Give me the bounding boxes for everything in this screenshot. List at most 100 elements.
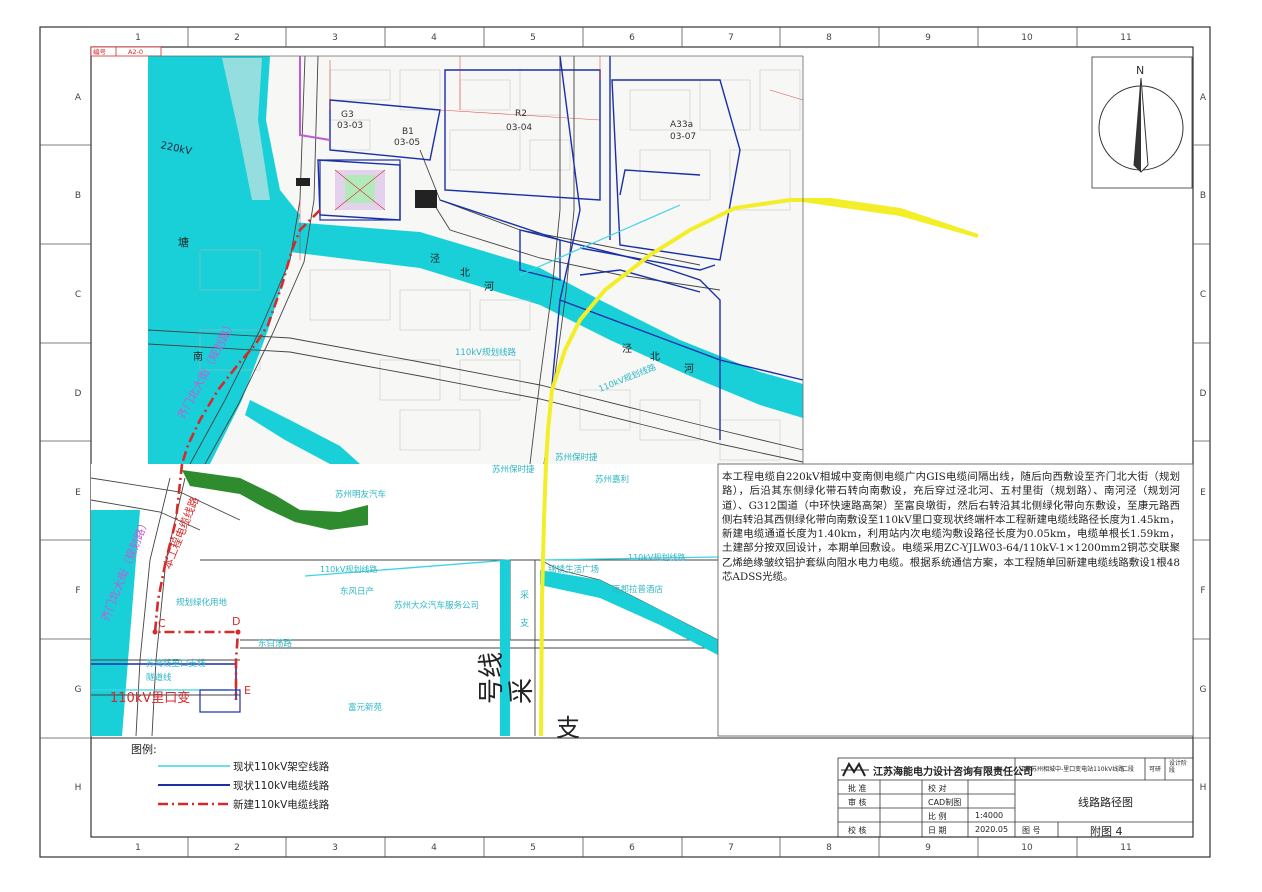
place-tang: 塘 bbox=[178, 235, 189, 249]
row-letter: F bbox=[1200, 586, 1205, 596]
north-compass: N bbox=[1091, 56, 1193, 189]
col-num: 7 bbox=[728, 843, 734, 853]
row-letters-left: A B C D E F G H bbox=[75, 93, 82, 793]
company-logo-icon bbox=[841, 761, 869, 777]
tb-key: CAD制图 bbox=[928, 798, 962, 807]
col-num: 2 bbox=[234, 843, 240, 853]
river-label-char: 北 bbox=[460, 267, 470, 279]
river-label-char: 河 bbox=[484, 281, 494, 293]
drawing-no-label: 图 号 bbox=[1022, 826, 1041, 835]
company-label: 百邦拉普酒店 bbox=[612, 584, 664, 595]
company-label: 苏州明友汽车 bbox=[335, 489, 386, 500]
cable-label: 隧道线 bbox=[146, 672, 172, 683]
company-label: 苏州嘉利 bbox=[595, 474, 629, 485]
col-num: 10 bbox=[1021, 33, 1033, 43]
company-name: 江苏海能电力设计咨询有限责任公司 bbox=[873, 767, 1033, 778]
row-letter: A bbox=[75, 93, 82, 103]
project-description: 本工程电缆自220kV相城中变南侧电缆广内GIS电缆间隔出线，随后向西敷设至齐门… bbox=[722, 471, 1180, 584]
row-letters-right: A B C D E F G H bbox=[1200, 93, 1207, 793]
tb-key: 批 准 bbox=[848, 784, 867, 793]
road-big-label: 号线 bbox=[477, 652, 507, 704]
row-letter: B bbox=[1200, 191, 1206, 201]
row-letter: F bbox=[75, 586, 80, 596]
drawing-title: 线路路径图 bbox=[1078, 796, 1133, 809]
row-letter: H bbox=[75, 783, 82, 793]
company-label: 锦锈生活广场 bbox=[548, 564, 599, 575]
sheet-tag: 编号 A2-0 bbox=[90, 46, 162, 57]
col-num: 9 bbox=[925, 33, 931, 43]
block-sub: 03-05 bbox=[394, 138, 420, 148]
block-sub: 03-04 bbox=[506, 123, 532, 133]
tag-value: A2-0 bbox=[128, 48, 143, 56]
river-label-char: 泾 bbox=[622, 342, 632, 355]
block-code: A33a bbox=[670, 120, 693, 130]
block-code: G3 bbox=[341, 110, 354, 120]
river-label-char: 北 bbox=[650, 351, 660, 363]
overhead-label: 110kV规划线路 bbox=[628, 552, 685, 562]
col-num: 6 bbox=[629, 843, 635, 853]
point-d: D bbox=[232, 615, 240, 628]
tb-scale: 1:4000 bbox=[975, 811, 1004, 820]
tb-key: 审 核 bbox=[848, 798, 867, 807]
row-letter: G bbox=[75, 685, 82, 695]
project-name: 江苏苏州相城中-里口变电站110kV线路 bbox=[1019, 766, 1125, 773]
company-label: 苏州保时捷 bbox=[492, 464, 535, 475]
col-num: 3 bbox=[332, 843, 338, 853]
cable-label: 苏湾线里口支线 bbox=[146, 658, 206, 669]
road-label: 东白荡路 bbox=[258, 638, 293, 649]
row-letter: G bbox=[1200, 685, 1207, 695]
project-stage: 二段 bbox=[1122, 766, 1135, 773]
row-letter: A bbox=[1200, 93, 1207, 103]
compass-north: N bbox=[1136, 64, 1144, 77]
col-num: 8 bbox=[826, 843, 832, 853]
road-small-label: 支 bbox=[520, 617, 529, 629]
block-sub: 03-07 bbox=[670, 132, 696, 142]
col-num: 4 bbox=[431, 33, 437, 43]
place-label: 富元新苑 bbox=[348, 702, 383, 713]
road-nan: 南 bbox=[193, 350, 203, 363]
tb-key: 校 核 bbox=[848, 826, 867, 835]
col-num: 1 bbox=[135, 33, 141, 43]
place-label: 规划绿化用地 bbox=[176, 597, 228, 608]
row-letter: C bbox=[1200, 290, 1206, 300]
col-num: 7 bbox=[728, 33, 734, 43]
company-label: 东风日产 bbox=[340, 586, 374, 597]
tb-key: 比 例 bbox=[928, 812, 947, 821]
tb-key: 日 期 bbox=[928, 826, 947, 835]
row-letter: D bbox=[75, 389, 82, 399]
company-label: 苏州保时捷 bbox=[555, 452, 598, 463]
col-num: 11 bbox=[1120, 843, 1131, 853]
row-letter: E bbox=[75, 488, 81, 498]
company-label: 苏州大众汽车服务公司 bbox=[394, 600, 479, 611]
block-sub: 03-03 bbox=[337, 121, 363, 131]
col-num: 11 bbox=[1120, 33, 1131, 43]
legend-lines bbox=[158, 765, 230, 806]
row-letter: C bbox=[75, 290, 81, 300]
point-e: E bbox=[244, 684, 251, 697]
road-small-label: 采 bbox=[520, 590, 529, 601]
col-num: 6 bbox=[629, 33, 635, 43]
road-big-label: 采 bbox=[507, 678, 537, 704]
col-num: 10 bbox=[1021, 843, 1033, 853]
col-num: 5 bbox=[530, 33, 536, 43]
river-label-char: 河 bbox=[684, 363, 694, 375]
point-c: C bbox=[158, 617, 166, 630]
drawing-no: 附图 4 bbox=[1090, 825, 1123, 838]
legend-item-new-cable: 新建110kV电缆线路 bbox=[233, 799, 330, 811]
tb-key: 校 对 bbox=[928, 784, 947, 793]
row-letter: E bbox=[1200, 488, 1206, 498]
design-stage-label: 设计阶段 bbox=[1169, 760, 1188, 774]
col-num: 1 bbox=[135, 843, 141, 853]
row-letter: D bbox=[1200, 389, 1207, 399]
tb-date: 2020.05 bbox=[975, 825, 1009, 834]
overhead-label: 110kV规划线路 bbox=[320, 564, 377, 574]
legend-item-overhead: 现状110kV架空线路 bbox=[233, 761, 330, 773]
lower-map: 齐门北大街（规划路） 本工程电缆线路 苏州明友汽车 苏州保时捷 苏州保时捷 苏州… bbox=[90, 452, 719, 742]
cable-existing-label: 110kV规划线路 bbox=[455, 347, 516, 358]
river-label-char: 泾 bbox=[430, 252, 440, 265]
row-letter: H bbox=[1200, 783, 1207, 793]
block-code: B1 bbox=[402, 127, 414, 137]
col-num: 3 bbox=[332, 33, 338, 43]
col-num: 8 bbox=[826, 33, 832, 43]
legend-title: 图例: bbox=[131, 743, 157, 756]
